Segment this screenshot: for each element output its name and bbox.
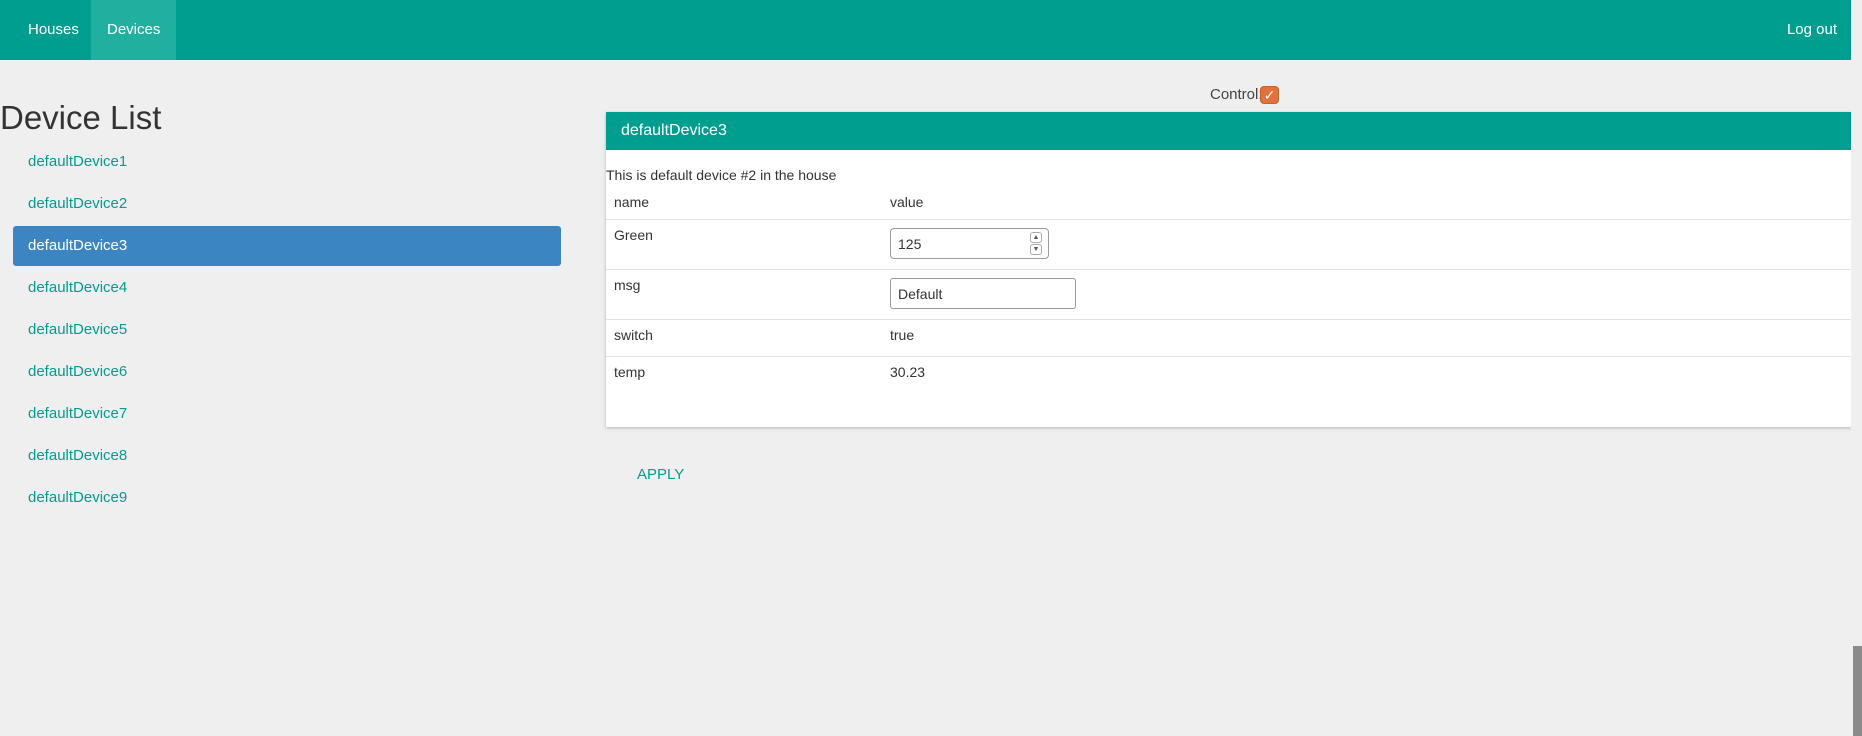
table-header-row: name value bbox=[606, 190, 1851, 220]
control-label: Control: bbox=[1210, 86, 1263, 103]
device-list-item[interactable]: defaultDevice7 bbox=[13, 394, 561, 434]
device-list-item[interactable]: defaultDevice6 bbox=[13, 352, 561, 392]
property-value: true bbox=[890, 327, 915, 343]
property-name: Green bbox=[614, 227, 653, 243]
apply-button[interactable]: APPLY bbox=[637, 466, 684, 483]
nav-devices-link[interactable]: Devices bbox=[91, 0, 177, 60]
control-checkbox[interactable]: ✓ bbox=[1260, 86, 1279, 104]
column-header-value: value bbox=[890, 194, 924, 210]
device-list-item[interactable]: defaultDevice4 bbox=[13, 268, 561, 308]
green-number-input[interactable]: 125 ▲ ▼ bbox=[890, 228, 1049, 259]
number-spinner: ▲ ▼ bbox=[1030, 232, 1042, 256]
msg-text-input[interactable]: Default bbox=[890, 278, 1076, 309]
green-value: 125 bbox=[898, 236, 922, 252]
device-list-item[interactable]: defaultDevice2 bbox=[13, 184, 561, 224]
table-row: temp 30.23 bbox=[606, 357, 1851, 394]
column-header-name: name bbox=[614, 194, 650, 210]
nav-houses-link[interactable]: Houses bbox=[12, 0, 95, 60]
device-panel: defaultDevice3 This is default device #2… bbox=[606, 112, 1851, 427]
table-row: Green 125 ▲ ▼ bbox=[606, 220, 1851, 270]
device-list-item[interactable]: defaultDevice5 bbox=[13, 310, 561, 350]
table-row: msg Default bbox=[606, 270, 1851, 320]
property-name: switch bbox=[614, 327, 653, 343]
property-table: name value Green 125 ▲ ▼ msg Default swi… bbox=[606, 190, 1851, 394]
table-row: switch true bbox=[606, 320, 1851, 357]
device-list-item[interactable]: defaultDevice1 bbox=[13, 142, 561, 182]
device-list-item[interactable]: defaultDevice9 bbox=[13, 478, 561, 518]
spin-up-icon[interactable]: ▲ bbox=[1030, 232, 1042, 243]
property-value: 30.23 bbox=[890, 364, 926, 380]
msg-value: Default bbox=[898, 286, 943, 302]
device-list: defaultDevice1 defaultDevice2 defaultDev… bbox=[13, 142, 561, 520]
property-name: temp bbox=[614, 364, 646, 380]
logout-link[interactable]: Log out bbox=[1771, 0, 1851, 60]
scrollbar-track[interactable] bbox=[1851, 0, 1862, 736]
device-description: This is default device #2 in the house bbox=[606, 167, 837, 183]
page-title: Device List bbox=[0, 99, 162, 136]
device-list-item-active[interactable]: defaultDevice3 bbox=[13, 226, 561, 266]
property-name: msg bbox=[614, 277, 641, 293]
spin-down-icon[interactable]: ▼ bbox=[1030, 244, 1042, 255]
device-list-item[interactable]: defaultDevice8 bbox=[13, 436, 561, 476]
checkmark-icon: ✓ bbox=[1263, 87, 1276, 103]
panel-title: defaultDevice3 bbox=[606, 112, 1851, 150]
top-navbar: Houses Devices Log out bbox=[0, 0, 1851, 60]
scrollbar-thumb[interactable] bbox=[1853, 646, 1862, 736]
